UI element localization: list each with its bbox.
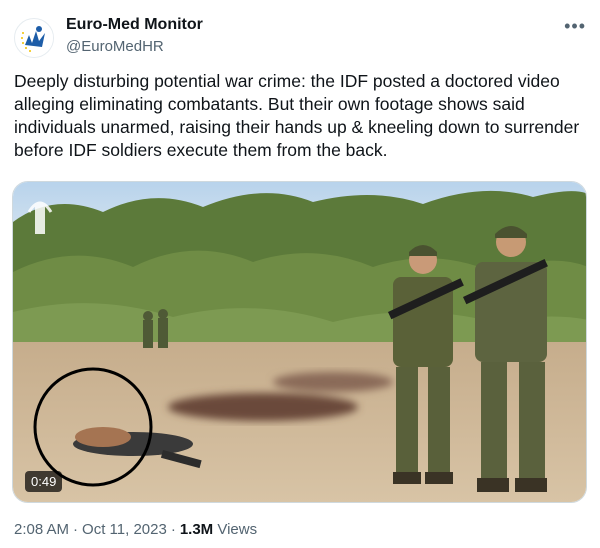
views-count: 1.3M — [179, 521, 214, 538]
video-frame — [13, 182, 586, 502]
tweet-date[interactable]: Oct 11, 2023 — [82, 521, 167, 538]
video-player[interactable]: 0:49 — [12, 181, 587, 503]
tweet-text: Deeply disturbing potential war crime: t… — [14, 71, 585, 160]
euro-med-logo-icon — [16, 20, 53, 57]
more-horizontal-icon[interactable]: ••• — [564, 16, 586, 37]
author-handle[interactable]: @EuroMedHR — [66, 38, 164, 55]
views-label: Views — [217, 521, 258, 538]
tweet-time[interactable]: 2:08 AM — [14, 521, 69, 538]
tweet-metadata: 2:08 AM · Oct 11, 2023 · 1.3M Views — [14, 521, 258, 538]
tweet-header: Euro-Med Monitor @EuroMedHR ••• — [14, 14, 586, 62]
avatar[interactable] — [14, 18, 54, 58]
video-duration-badge: 0:49 — [25, 471, 63, 492]
author-display-name[interactable]: Euro-Med Monitor — [66, 16, 203, 34]
